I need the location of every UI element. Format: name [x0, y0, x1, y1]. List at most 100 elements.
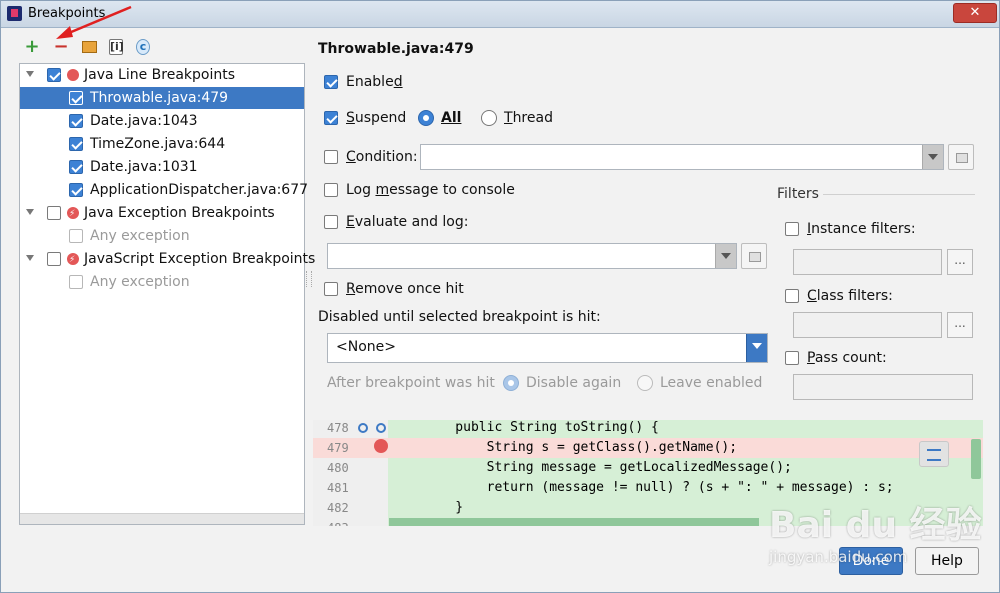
line-number: 481: [327, 481, 349, 495]
folder-icon: [81, 41, 97, 53]
item-checkbox[interactable]: [69, 137, 83, 151]
code-text: return (message != null) ? (s + ": " + m…: [424, 480, 894, 495]
chevron-down-icon[interactable]: [26, 255, 34, 261]
exception-breakpoint-icon: [67, 249, 79, 271]
code-vertical-scrollbar[interactable]: [971, 439, 981, 479]
tree-group-javascript-exception[interactable]: JavaScript Exception Breakpoints: [20, 248, 315, 271]
tree-item[interactable]: ApplicationDispatcher.java:677: [20, 179, 308, 201]
line-number: 479: [327, 441, 349, 455]
instance-filters-browse-button[interactable]: ...: [947, 249, 973, 275]
class-filters-browse-button[interactable]: ...: [947, 312, 973, 338]
leave-enabled-radio[interactable]: [637, 375, 653, 391]
exception-breakpoint-icon: [67, 203, 79, 225]
log-message-label: Log message to console: [346, 182, 515, 198]
tree-item-selected[interactable]: Throwable.java:479: [20, 87, 304, 109]
group-by-package-button[interactable]: [79, 37, 99, 57]
tree-group-java-exception[interactable]: Java Exception Breakpoints: [20, 202, 304, 225]
evaluate-log-checkbox[interactable]: [324, 215, 338, 229]
line-number: 483: [327, 518, 349, 526]
tree-item[interactable]: TimeZone.java:644: [20, 133, 304, 155]
tree-group-label: JavaScript Exception Breakpoints: [84, 251, 316, 267]
item-checkbox[interactable]: [69, 160, 83, 174]
item-checkbox[interactable]: [69, 275, 83, 289]
line-number: 480: [327, 461, 349, 475]
tree-item[interactable]: Date.java:1043: [20, 110, 304, 132]
disabled-until-label: Disabled until selected breakpoint is hi…: [318, 309, 601, 325]
instance-filters-checkbox[interactable]: [785, 222, 799, 236]
chevron-down-icon[interactable]: [26, 71, 34, 77]
enabled-checkbox[interactable]: [324, 75, 338, 89]
item-checkbox[interactable]: [69, 229, 83, 243]
tree-item[interactable]: Date.java:1031: [20, 156, 304, 178]
pass-count-input[interactable]: [793, 374, 973, 400]
line-breakpoint-icon: [67, 69, 79, 81]
item-checkbox[interactable]: [69, 183, 83, 197]
condition-expand-button[interactable]: [948, 144, 974, 170]
tree-item-label: Any exception: [90, 274, 190, 290]
code-text: }: [424, 500, 464, 515]
code-line: 478 public String toString() {: [313, 420, 983, 438]
chevron-down-icon[interactable]: [715, 244, 736, 268]
group-by-class-button[interactable]: c: [133, 37, 153, 57]
enabled-label: Enabled: [346, 74, 403, 90]
class-filters-checkbox[interactable]: [785, 289, 799, 303]
disable-again-radio[interactable]: [503, 375, 519, 391]
suspend-thread-radio[interactable]: [481, 110, 497, 126]
code-text: String s = getClass().getName();: [424, 440, 738, 455]
leave-enabled-label: Leave enabled: [660, 375, 763, 391]
after-hit-row: After breakpoint was hit Disable again L…: [327, 372, 767, 394]
tree-item-label: TimeZone.java:644: [90, 136, 226, 152]
condition-checkbox[interactable]: [324, 150, 338, 164]
breakpoints-dialog: Breakpoints ✕ + − [i] c Java Line Breakp…: [0, 0, 1000, 593]
evaluate-expand-button[interactable]: [741, 243, 767, 269]
code-text: String message = getLocalizedMessage();: [424, 460, 792, 475]
tree-group-java-line[interactable]: Java Line Breakpoints: [20, 64, 304, 86]
instance-filters-label: Instance filters:: [807, 221, 916, 237]
close-button[interactable]: ✕: [953, 3, 997, 23]
tree-item[interactable]: Any exception: [20, 271, 304, 293]
method-marker-icon: [358, 423, 368, 433]
chevron-down-icon[interactable]: [26, 209, 34, 215]
group-checkbox[interactable]: [47, 68, 61, 82]
condition-label: Condition:: [346, 149, 418, 165]
item-checkbox[interactable]: [69, 114, 83, 128]
evaluate-log-label: Evaluate and log:: [346, 214, 469, 230]
suspend-all-radio[interactable]: [418, 110, 434, 126]
add-breakpoint-button[interactable]: +: [22, 37, 42, 57]
tree-horizontal-scrollbar[interactable]: [20, 513, 304, 524]
disable-again-label: Disable again: [526, 375, 622, 391]
suspend-all-label: All: [441, 110, 462, 126]
group-by-file-button[interactable]: [i]: [106, 37, 126, 57]
class-filters-input[interactable]: [793, 312, 942, 338]
breakpoint-gutter-icon[interactable]: [374, 439, 388, 453]
chevron-down-icon[interactable]: [746, 334, 767, 362]
group-checkbox[interactable]: [47, 206, 61, 220]
disabled-until-select[interactable]: <None>: [327, 333, 768, 363]
panel-splitter-handle[interactable]: [306, 271, 312, 287]
group-checkbox[interactable]: [47, 252, 61, 266]
code-text: public String toString() {: [424, 420, 659, 435]
item-checkbox[interactable]: [69, 91, 83, 105]
suspend-label: Suspend: [346, 110, 407, 126]
tree-item-label: Date.java:1031: [90, 159, 198, 175]
watermark-brand: Bai du 经验: [769, 505, 982, 546]
pass-count-checkbox[interactable]: [785, 351, 799, 365]
editor-settings-icon[interactable]: [919, 441, 949, 467]
chevron-down-icon[interactable]: [922, 145, 943, 169]
remove-once-hit-checkbox[interactable]: [324, 282, 338, 296]
code-line: 480 String message = getLocalizedMessage…: [313, 458, 983, 478]
evaluate-log-input[interactable]: [327, 243, 737, 269]
tree-item[interactable]: Any exception: [20, 225, 304, 247]
log-message-checkbox[interactable]: [324, 183, 338, 197]
suspend-row: Suspend All Thread: [324, 107, 584, 129]
line-number: 482: [327, 501, 349, 515]
remove-once-hit-label: Remove once hit: [346, 281, 464, 297]
condition-input[interactable]: [420, 144, 944, 170]
remove-breakpoint-button[interactable]: −: [51, 37, 71, 57]
instance-filters-input[interactable]: [793, 249, 942, 275]
breakpoints-tree: Java Line Breakpoints Throwable.java:479…: [19, 63, 315, 525]
breakpoint-title: Throwable.java:479: [318, 41, 474, 57]
suspend-checkbox[interactable]: [324, 111, 338, 125]
class-filters-label: Class filters:: [807, 288, 893, 304]
code-horizontal-scrollbar[interactable]: [389, 518, 759, 526]
